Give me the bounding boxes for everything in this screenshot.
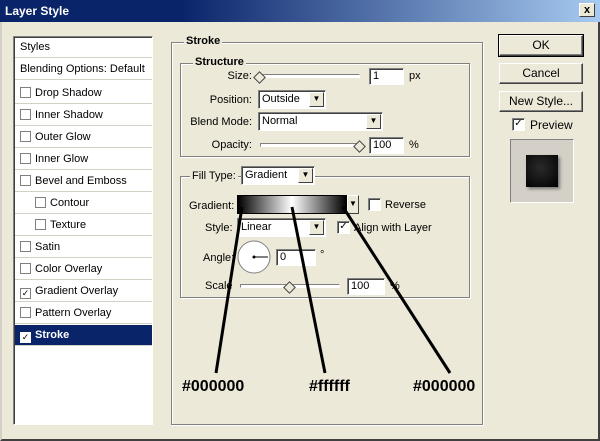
size-unit: px	[409, 70, 421, 82]
sidebar-item-label: Blending Options: Default	[20, 63, 145, 75]
style-label: Style:	[205, 222, 233, 234]
sidebar-item-gradient-overlay[interactable]: ✓ Gradient Overlay	[15, 281, 152, 302]
checkbox[interactable]	[20, 175, 31, 186]
align-with-layer-checkbox[interactable]: ✓	[337, 221, 350, 234]
sidebar-item-bevel-and-emboss[interactable]: Bevel and Emboss	[15, 171, 152, 192]
checkbox[interactable]	[20, 153, 31, 164]
chevron-down-icon[interactable]: ▼	[366, 114, 381, 129]
checkbox[interactable]	[20, 87, 31, 98]
preview-thumbnail	[526, 155, 558, 187]
checkbox[interactable]	[20, 307, 31, 318]
chevron-down-icon[interactable]: ▼	[309, 92, 324, 107]
checkbox-checked[interactable]: ✓	[20, 332, 31, 343]
reverse-label: Reverse	[385, 199, 426, 211]
sidebar-item-label: Outer Glow	[35, 131, 91, 143]
size-slider[interactable]	[260, 74, 360, 78]
sidebar-item-satin[interactable]: Satin	[15, 237, 152, 258]
blend-mode-select[interactable]: Normal ▼	[258, 112, 383, 131]
angle-field[interactable]: 0	[276, 249, 316, 266]
annotation-right: #000000	[413, 378, 476, 395]
window-title: Layer Style	[5, 4, 70, 18]
sidebar-item-label: Bevel and Emboss	[35, 175, 127, 187]
sidebar-item-outer-glow[interactable]: Outer Glow	[15, 127, 152, 148]
close-button[interactable]: x	[579, 3, 595, 17]
fill-type-value: Gradient	[245, 169, 288, 181]
scale-unit: %	[390, 280, 400, 292]
sidebar-item-blending-options[interactable]: Blending Options: Default	[15, 59, 152, 80]
blend-mode-value: Normal	[262, 115, 298, 127]
annotation-left: #000000	[182, 378, 245, 395]
opacity-unit: %	[409, 139, 419, 151]
checkbox-checked[interactable]: ✓	[20, 288, 31, 299]
sidebar-item-styles[interactable]: Styles	[15, 37, 152, 58]
sidebar-item-label: Stroke	[35, 329, 70, 341]
sidebar-item-inner-shadow[interactable]: Inner Shadow	[15, 105, 152, 126]
sidebar-item-stroke[interactable]: ✓ Stroke	[15, 325, 152, 346]
position-select[interactable]: Outside ▼	[258, 90, 326, 109]
new-style-button[interactable]: New Style...	[499, 91, 583, 112]
sidebar-item-label: Drop Shadow	[35, 87, 102, 99]
angle-unit: °	[320, 249, 325, 261]
checkbox[interactable]	[20, 263, 31, 274]
sidebar-item-label: Satin	[35, 241, 61, 253]
sidebar-item-drop-shadow[interactable]: Drop Shadow	[15, 83, 152, 104]
sidebar-item-label: Inner Glow	[35, 153, 89, 165]
position-value: Outside	[262, 93, 300, 105]
stroke-group-title: Stroke	[184, 35, 223, 47]
preview-swatch	[510, 139, 574, 203]
checkbox[interactable]	[20, 241, 31, 252]
sidebar-item-label: Color Overlay	[35, 263, 103, 275]
scale-field[interactable]: 100	[347, 278, 385, 295]
styles-list: Styles Blending Options: Default Drop Sh…	[13, 36, 153, 425]
cancel-button[interactable]: Cancel	[499, 63, 583, 84]
angle-label: Angle:	[203, 252, 235, 264]
angle-dial-center	[252, 255, 256, 259]
sidebar-item-label: Styles	[20, 41, 50, 53]
opacity-field[interactable]: 100	[369, 137, 404, 154]
structure-group-title: Structure	[193, 56, 246, 68]
preview-label: Preview	[530, 118, 573, 132]
sidebar-item-inner-glow[interactable]: Inner Glow	[15, 149, 152, 170]
sidebar-item-label: Inner Shadow	[35, 109, 103, 121]
checkbox[interactable]	[20, 109, 31, 120]
chevron-down-icon[interactable]: ▼	[298, 168, 313, 183]
checkbox[interactable]	[20, 131, 31, 142]
sidebar-item-label: Texture	[50, 219, 87, 231]
gradient-swatch[interactable]	[237, 195, 347, 214]
checkbox[interactable]	[35, 197, 46, 208]
gradient-label: Gradient:	[189, 200, 235, 212]
sidebar-item-pattern-overlay[interactable]: Pattern Overlay	[15, 303, 152, 324]
chevron-down-icon[interactable]: ▼	[309, 220, 324, 235]
size-field[interactable]: 1	[369, 68, 404, 85]
opacity-label: Opacity:	[211, 139, 252, 151]
position-label: Position:	[209, 94, 252, 106]
ok-button[interactable]: OK	[498, 34, 584, 57]
fill-type-select[interactable]: Gradient ▼	[241, 166, 315, 185]
chevron-down-icon[interactable]: ▼	[347, 195, 359, 214]
sidebar-item-label: Contour	[50, 197, 90, 209]
sidebar-item-label: Gradient Overlay	[35, 285, 119, 297]
angle-dial[interactable]	[236, 239, 272, 275]
sidebar-item-texture[interactable]: Texture	[15, 215, 152, 236]
sidebar-item-label: Pattern Overlay	[35, 307, 112, 319]
title-bar: Layer Style x	[0, 0, 600, 22]
align-with-layer-label: Align with Layer	[354, 222, 432, 234]
scale-label: Scale	[205, 280, 233, 292]
sidebar-item-color-overlay[interactable]: Color Overlay	[15, 259, 152, 280]
sidebar-item-contour[interactable]: Contour	[15, 193, 152, 214]
blend-mode-label: Blend Mode:	[190, 116, 252, 128]
fill-type-label: Fill Type:	[190, 170, 238, 182]
annotation-middle: #ffffff	[309, 378, 350, 395]
reverse-checkbox[interactable]	[368, 198, 381, 211]
style-value: Linear	[241, 221, 272, 233]
checkbox[interactable]	[35, 219, 46, 230]
style-select[interactable]: Linear ▼	[237, 218, 326, 237]
size-label: Size:	[227, 70, 252, 82]
preview-checkbox[interactable]: ✓	[512, 118, 525, 131]
opacity-slider[interactable]	[260, 143, 360, 147]
